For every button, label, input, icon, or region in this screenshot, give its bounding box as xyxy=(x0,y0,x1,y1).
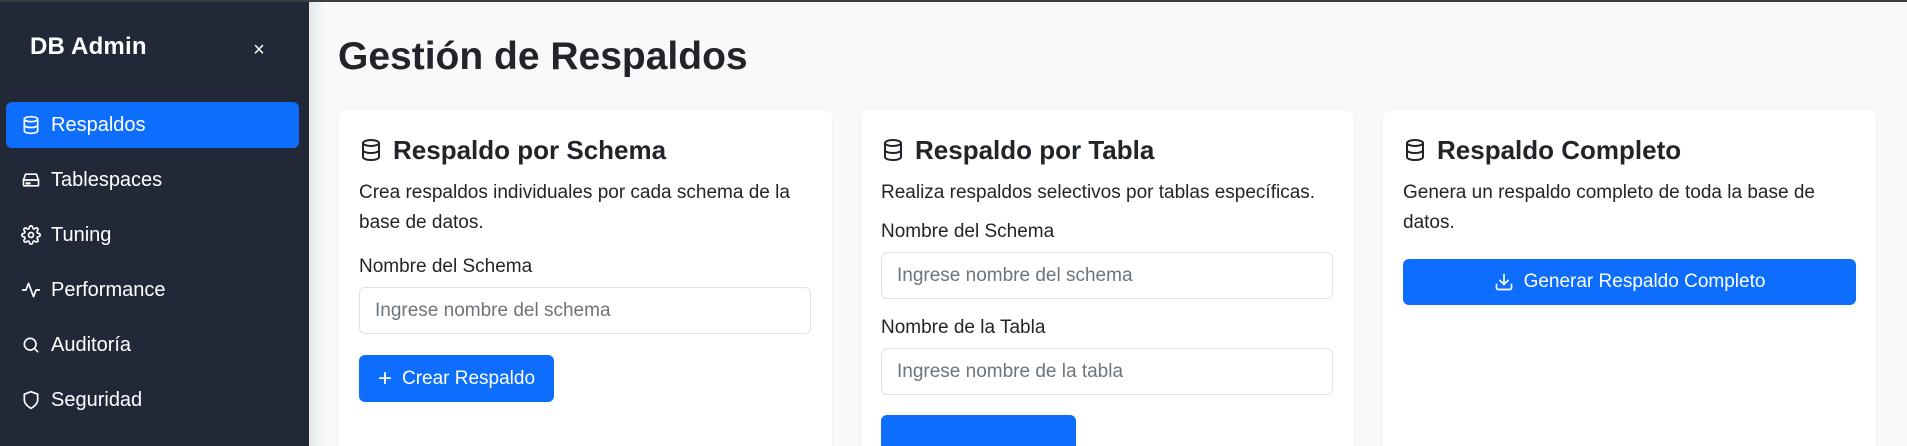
table-name-label: Nombre de la Tabla xyxy=(881,317,1046,338)
card-description: Genera un respaldo completo de toda la b… xyxy=(1403,182,1815,233)
sidebar: DB Admin × Respaldos Tablespaces Tuning xyxy=(0,0,309,446)
shield-icon xyxy=(21,390,41,410)
sidebar-item-respaldos[interactable]: Respaldos xyxy=(6,102,299,148)
sidebar-item-performance[interactable]: Performance xyxy=(6,267,299,313)
hard-drive-icon xyxy=(21,170,41,190)
sidebar-item-auditoria[interactable]: Auditoría xyxy=(6,322,299,368)
sidebar-item-seguridad[interactable]: Seguridad xyxy=(6,377,299,423)
sidebar-item-label: Tuning xyxy=(51,223,112,246)
sidebar-item-label: Tablespaces xyxy=(51,168,163,191)
generate-full-backup-button[interactable]: Generar Respaldo Completo xyxy=(1403,259,1856,305)
search-icon xyxy=(21,335,41,355)
card-description: Crea respaldos individuales por cada sch… xyxy=(359,182,790,233)
sidebar-item-label: Seguridad xyxy=(51,388,143,411)
sidebar-item-label: Auditoría xyxy=(51,333,132,356)
schema-name-label: Nombre del Schema xyxy=(881,221,1055,242)
close-sidebar-button[interactable]: × xyxy=(246,37,272,63)
database-icon xyxy=(21,115,41,135)
schema-name-label: Nombre del Schema xyxy=(359,256,533,277)
sidebar-item-label: Respaldos xyxy=(51,113,146,136)
button-label: Crear Respaldo xyxy=(401,367,536,389)
button-label: Generar Respaldo Completo xyxy=(1523,271,1766,292)
database-icon xyxy=(359,138,383,162)
schema-name-input[interactable] xyxy=(359,287,811,334)
table-backup-card: Respaldo por Tabla Realiza respaldos sel… xyxy=(861,110,1354,446)
sidebar-item-tuning[interactable]: Tuning xyxy=(6,212,299,258)
main-content: Gestión de Respaldos Respaldo por Schema… xyxy=(309,0,1907,446)
gear-icon xyxy=(21,225,41,245)
window-top-border xyxy=(0,0,1907,2)
card-description: Realiza respaldos selectivos por tablas … xyxy=(881,182,1316,203)
download-icon xyxy=(1494,272,1514,292)
table-name-input[interactable] xyxy=(881,348,1333,395)
create-table-backup-button[interactable] xyxy=(881,415,1076,446)
sidebar-header: DB Admin × xyxy=(0,0,309,96)
schema-backup-card: Respaldo por Schema Crea respaldos indiv… xyxy=(339,110,832,446)
activity-icon xyxy=(21,280,41,300)
database-icon xyxy=(881,138,905,162)
plus-icon: + xyxy=(377,364,392,392)
card-title: Respaldo por Schema xyxy=(393,134,667,165)
brand-title: DB Admin xyxy=(30,33,147,60)
sidebar-nav: Respaldos Tablespaces Tuning Performance… xyxy=(6,102,299,432)
card-header: Respaldo por Schema xyxy=(359,132,812,168)
create-backup-button[interactable]: + Crear Respaldo xyxy=(359,355,554,402)
card-header: Respaldo por Tabla xyxy=(881,132,1334,168)
sidebar-item-label: Performance xyxy=(51,278,166,301)
card-header: Respaldo Completo xyxy=(1403,132,1856,168)
card-title: Respaldo Completo xyxy=(1437,134,1682,165)
full-backup-card: Respaldo Completo Genera un respaldo com… xyxy=(1383,110,1876,446)
sidebar-item-tablespaces[interactable]: Tablespaces xyxy=(6,157,299,203)
card-title: Respaldo por Tabla xyxy=(915,134,1155,165)
schema-name-input[interactable] xyxy=(881,252,1333,299)
database-icon xyxy=(1403,138,1427,162)
page-title: Gestión de Respaldos xyxy=(338,35,748,78)
